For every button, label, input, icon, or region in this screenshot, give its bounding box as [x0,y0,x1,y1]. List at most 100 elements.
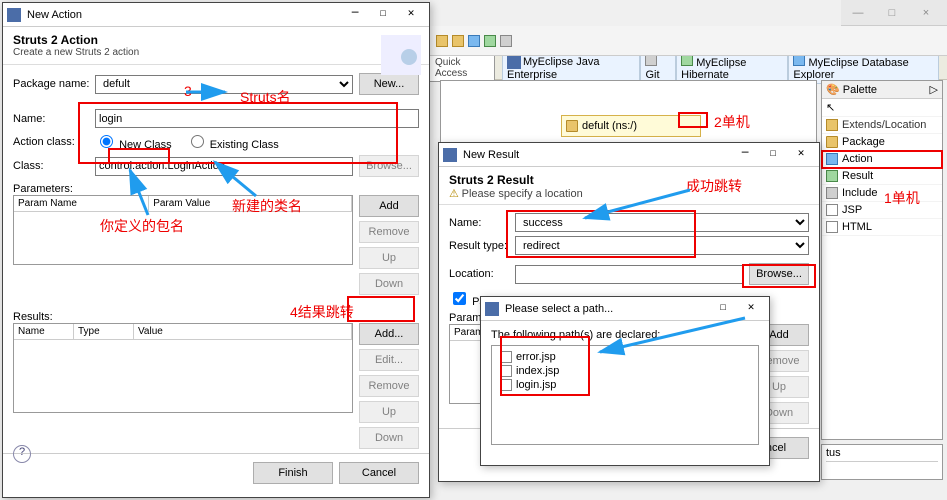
palette-item-result[interactable]: Result [822,168,942,185]
path-title: Please select a path... [505,303,709,315]
col-param-value: Param Value [149,196,352,211]
palette-select-tool[interactable]: ↖ [822,99,942,117]
close-icon[interactable]: ✕ [737,299,765,319]
persp-java-ee[interactable]: MyEclipse Java Enterprise [502,52,640,84]
banner-warning: ⚠ Please specify a location [449,187,809,200]
banner-heading: Struts 2 Action [13,33,419,47]
tb-icon-1[interactable] [436,35,448,47]
myeclipse-icon [7,8,21,22]
tb-icon-4[interactable] [484,35,496,47]
browse-location-button[interactable]: Browse... [749,263,809,285]
new-package-button[interactable]: New... [359,73,419,95]
lbl-result-type: Result type: [449,240,515,252]
result-type-select[interactable]: redirect [515,236,809,255]
package-select[interactable]: defult [95,75,353,94]
params-label: Parameters: [13,183,419,195]
path-titlebar[interactable]: Please select a path... ☐ ✕ [481,297,769,321]
col-r-type: Type [74,324,134,339]
main-close-icon[interactable]: × [909,7,943,19]
tree-item-error[interactable]: error.jsp [500,350,750,364]
maximize-icon[interactable]: ☐ [709,299,737,319]
params-section: Parameters: Param Name Param Value Add R… [13,183,419,295]
path-tree[interactable]: error.jsp index.jsp login.jsp [491,345,759,445]
class-input[interactable] [95,157,353,176]
col-r-name: Name [14,324,74,339]
palette-group-ext[interactable]: Extends/Location [822,117,942,134]
radio-existing-class[interactable]: Existing Class [186,132,279,151]
new-result-titlebar[interactable]: New Result ─ ☐ ✕ [439,143,819,167]
banner-heading: Struts 2 Result [449,173,809,187]
status-label: tus [826,447,841,459]
main-min-icon[interactable]: — [841,7,875,19]
new-action-banner: Struts 2 Action Create a new Struts 2 ac… [3,27,429,65]
main-max-icon[interactable]: □ [875,7,909,19]
palette-item-html[interactable]: HTML [822,219,942,236]
path-body: The following path(s) are declared: erro… [481,321,769,449]
help-icon[interactable]: ? [13,445,31,463]
new-action-dialog: New Action ─ ☐ ✕ Struts 2 Action Create … [2,2,430,498]
tb-icon-3[interactable] [468,35,480,47]
radio-new-class[interactable]: New Class [95,132,172,151]
results-table[interactable]: Name Type Value [13,323,353,413]
palette-item-jsp[interactable]: JSP [822,202,942,219]
new-action-body: Package name: defult New... Name: Action… [3,65,429,453]
minimize-icon[interactable]: ─ [731,145,759,165]
quick-access-field[interactable]: Quick Access [428,54,495,82]
quick-access-band: Quick Access MyEclipse Java Enterprise G… [420,56,947,80]
minimize-icon[interactable]: ─ [341,5,369,25]
package-icon [566,120,578,132]
myeclipse-icon [507,55,521,69]
params-table[interactable]: Param Name Param Value [13,195,353,265]
browse-class-button: Browse... [359,155,419,177]
new-action-title: New Action [27,9,341,21]
result-up-button: Up [359,401,419,423]
path-dialog: Please select a path... ☐ ✕ The followin… [480,296,770,466]
result-edit-button: Edit... [359,349,419,371]
close-icon[interactable]: ✕ [397,5,425,25]
tree-item-index[interactable]: index.jsp [500,364,750,378]
path-desc: The following path(s) are declared: [491,329,759,341]
new-action-titlebar[interactable]: New Action ─ ☐ ✕ [3,3,429,27]
palette-item-include[interactable]: Include [822,185,942,202]
palette-item-package[interactable]: Package [822,134,942,151]
package-icon [826,136,838,148]
package-node-defult[interactable]: defult (ns:/) [561,115,701,137]
tb-icon-5[interactable] [500,35,512,47]
html-icon [826,221,838,233]
palette-header[interactable]: 🎨 Palette▷ [822,81,942,99]
location-input[interactable] [515,265,743,284]
param-remove-button: Remove [359,221,419,243]
new-result-banner: Struts 2 Result ⚠ Please specify a locat… [439,167,819,205]
results-section: Results: Name Type Value Add... Edit... … [13,311,419,449]
cancel-button[interactable]: Cancel [339,462,419,484]
param-add-button[interactable]: Add [359,195,419,217]
result-icon [826,170,838,182]
action-name-input[interactable] [95,109,419,128]
maximize-icon[interactable]: ☐ [369,5,397,25]
result-add-button[interactable]: Add... [359,323,419,345]
jsp-icon [500,379,512,391]
tb-icon-2[interactable] [452,35,464,47]
col-r-value: Value [134,324,352,339]
main-window-controls: — □ × [841,0,947,26]
palette-chevron-icon[interactable]: ▷ [930,83,938,96]
banner-image [381,35,421,75]
result-down-button: Down [359,427,419,449]
jsp-icon [826,204,838,216]
lbl-result-name: Name: [449,217,515,229]
result-name-select[interactable]: success [515,213,809,232]
col-param-name: Param Name [14,196,149,211]
lbl-package: Package name: [13,78,95,90]
finish-button[interactable]: Finish [253,462,333,484]
cursor-icon: ↖ [826,101,835,114]
tree-item-login[interactable]: login.jsp [500,378,750,392]
param-up-button: Up [359,247,419,269]
lbl-class: Class: [13,160,95,172]
action-icon [826,153,838,165]
maximize-icon[interactable]: ☐ [759,145,787,165]
banner-sub: Create a new Struts 2 action [13,47,419,58]
close-icon[interactable]: ✕ [787,145,815,165]
main-toolbar [420,26,947,56]
palette-item-action[interactable]: Action [822,151,942,168]
new-result-title: New Result [463,149,731,161]
